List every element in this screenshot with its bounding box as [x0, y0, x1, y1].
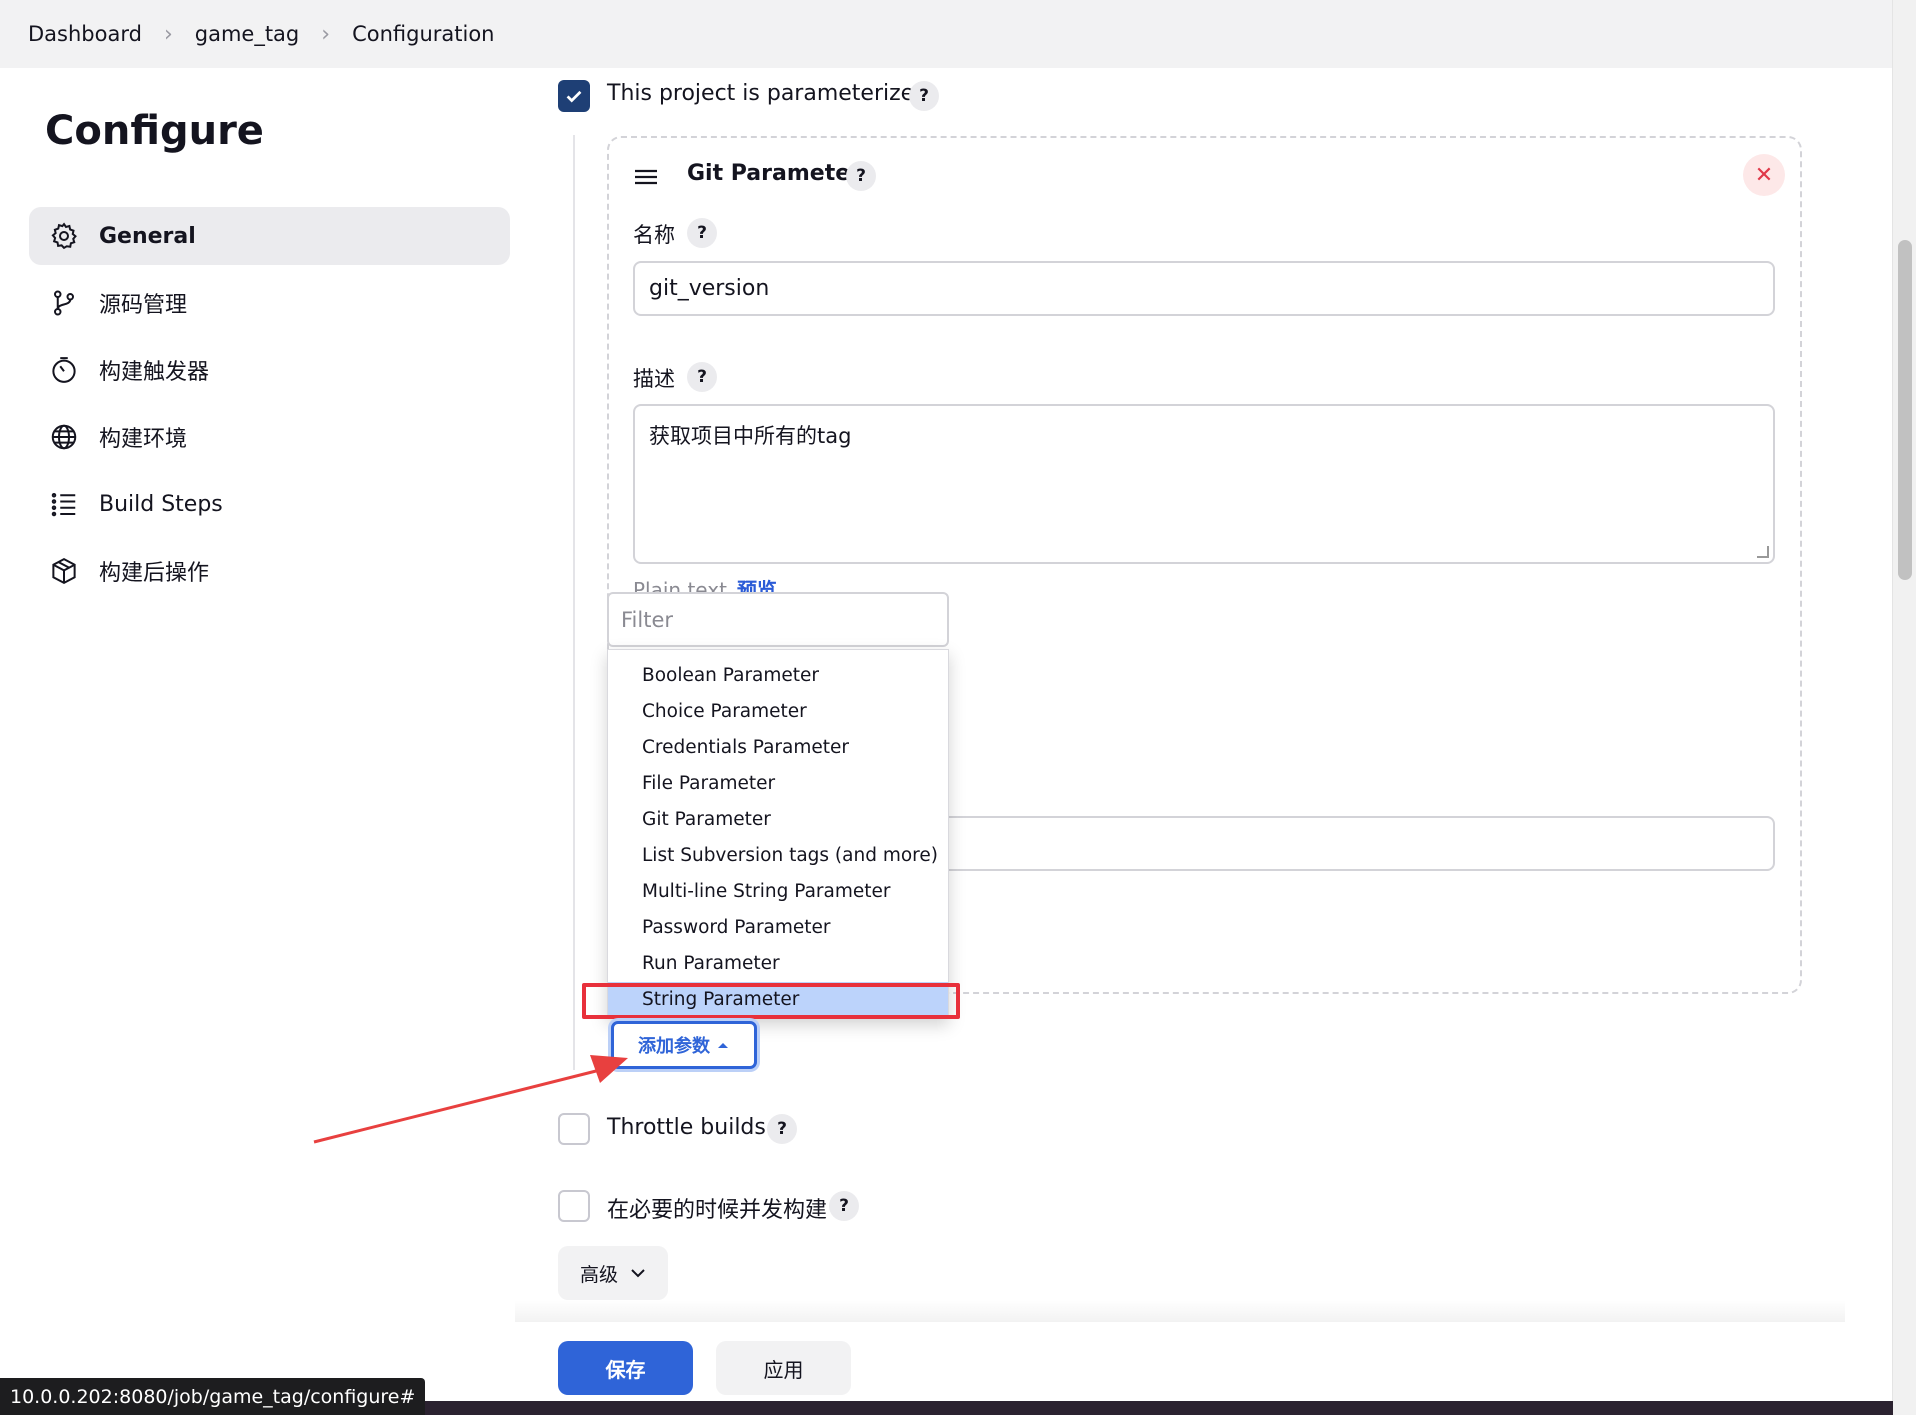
help-icon[interactable]: ? — [829, 1191, 859, 1221]
menu-item-boolean[interactable]: Boolean Parameter — [608, 658, 948, 694]
name-input[interactable]: git_version — [633, 261, 1775, 316]
window-bottom-strip — [400, 1401, 1893, 1415]
breadcrumb: Dashboard › game_tag › Configuration — [0, 0, 1893, 68]
timer-icon — [47, 353, 81, 387]
help-icon[interactable]: ? — [767, 1114, 797, 1144]
sidebar-item-label: 构建触发器 — [99, 360, 210, 385]
parameterized-checkbox[interactable] — [558, 80, 590, 112]
throttle-builds-label: Throttle builds — [607, 1115, 766, 1140]
sidebar-item-label: 构建环境 — [99, 427, 188, 452]
parameter-title: Git Parameter — [687, 161, 861, 186]
help-icon[interactable]: ? — [909, 81, 939, 111]
breadcrumb-configuration[interactable]: Configuration — [352, 22, 494, 46]
page-title: Configure — [45, 108, 264, 154]
scrollbar-thumb[interactable] — [1898, 240, 1912, 580]
sidebar-item-post-build[interactable]: 构建后操作 — [29, 542, 510, 600]
package-icon — [47, 554, 81, 588]
chevron-down-icon — [631, 1269, 645, 1278]
footer-shadow — [515, 1300, 1845, 1322]
add-parameter-dropdown: Filter Boolean Parameter Choice Paramete… — [607, 592, 949, 1019]
close-icon[interactable]: ✕ — [1743, 154, 1785, 196]
menu-item-credentials[interactable]: Credentials Parameter — [608, 730, 948, 766]
help-icon[interactable]: ? — [687, 218, 717, 248]
name-label: 名称 — [633, 223, 675, 247]
caret-up-icon — [718, 1043, 728, 1048]
help-icon[interactable]: ? — [687, 362, 717, 392]
sidebar-item-build-steps[interactable]: Build Steps — [29, 475, 510, 533]
advanced-label: 高级 — [579, 1263, 618, 1286]
drag-handle-icon[interactable] — [634, 168, 658, 190]
globe-icon — [47, 420, 81, 454]
chevron-right-icon: › — [163, 21, 173, 47]
parameterized-label: This project is parameterized — [607, 81, 929, 106]
sidebar-item-label: 构建后操作 — [99, 561, 210, 586]
filter-input[interactable]: Filter — [607, 592, 949, 647]
add-parameter-button[interactable]: 添加参数 — [611, 1021, 757, 1069]
gear-icon — [47, 219, 81, 253]
menu-item-run[interactable]: Run Parameter — [608, 946, 948, 982]
description-text: 获取项目中所有的tag — [649, 424, 852, 448]
concurrent-builds-label: 在必要的时候并发构建 — [607, 1198, 828, 1223]
vertical-scrollbar[interactable] — [1892, 0, 1916, 1415]
sidebar-item-general[interactable]: General — [29, 207, 510, 265]
parameter-type-menu: Boolean Parameter Choice Parameter Crede… — [607, 649, 949, 1019]
breadcrumb-job[interactable]: game_tag — [195, 22, 300, 46]
menu-item-file[interactable]: File Parameter — [608, 766, 948, 802]
concurrent-builds-checkbox[interactable] — [558, 1190, 590, 1222]
status-url: 10.0.0.202:8080/job/game_tag/configure# — [0, 1378, 426, 1415]
save-button[interactable]: 保存 — [558, 1341, 693, 1395]
sidebar-item-label: General — [99, 223, 196, 249]
annotation-highlight-box — [582, 983, 960, 1019]
help-icon[interactable]: ? — [846, 161, 876, 191]
resize-handle-icon[interactable] — [1757, 546, 1769, 558]
menu-item-password[interactable]: Password Parameter — [608, 910, 948, 946]
list-icon — [47, 487, 81, 521]
menu-item-choice[interactable]: Choice Parameter — [608, 694, 948, 730]
sidebar-item-environment[interactable]: 构建环境 — [29, 408, 510, 466]
add-parameter-label: 添加参数 — [638, 1036, 710, 1057]
menu-item-git[interactable]: Git Parameter — [608, 802, 948, 838]
breadcrumb-dashboard[interactable]: Dashboard — [28, 22, 142, 46]
throttle-builds-checkbox[interactable] — [558, 1113, 590, 1145]
preview-link[interactable]: 预览 — [737, 578, 777, 592]
section-divider — [573, 135, 575, 1070]
description-textarea[interactable]: 获取项目中所有的tag — [633, 404, 1775, 564]
sidebar-item-label: Build Steps — [99, 491, 223, 517]
chevron-right-icon: › — [321, 21, 331, 47]
sidebar-item-scm[interactable]: 源码管理 — [29, 274, 510, 332]
sidebar-item-triggers[interactable]: 构建触发器 — [29, 341, 510, 399]
menu-item-list-subversion[interactable]: List Subversion tags (and more) — [608, 838, 948, 874]
menu-item-multiline-string[interactable]: Multi-line String Parameter — [608, 874, 948, 910]
description-label: 描述 — [633, 367, 675, 391]
git-branch-icon — [47, 286, 81, 320]
apply-button[interactable]: 应用 — [716, 1341, 851, 1395]
advanced-button[interactable]: 高级 — [558, 1246, 668, 1300]
sidebar: General 源码管理 构建触发器 构建环境 Build Steps 构建后操… — [29, 207, 510, 609]
checkmark-icon — [566, 90, 582, 103]
sidebar-item-label: 源码管理 — [99, 293, 188, 318]
plain-text-label: Plain text — [633, 578, 727, 592]
plain-text-hint: Plain text 预览 — [633, 574, 777, 592]
